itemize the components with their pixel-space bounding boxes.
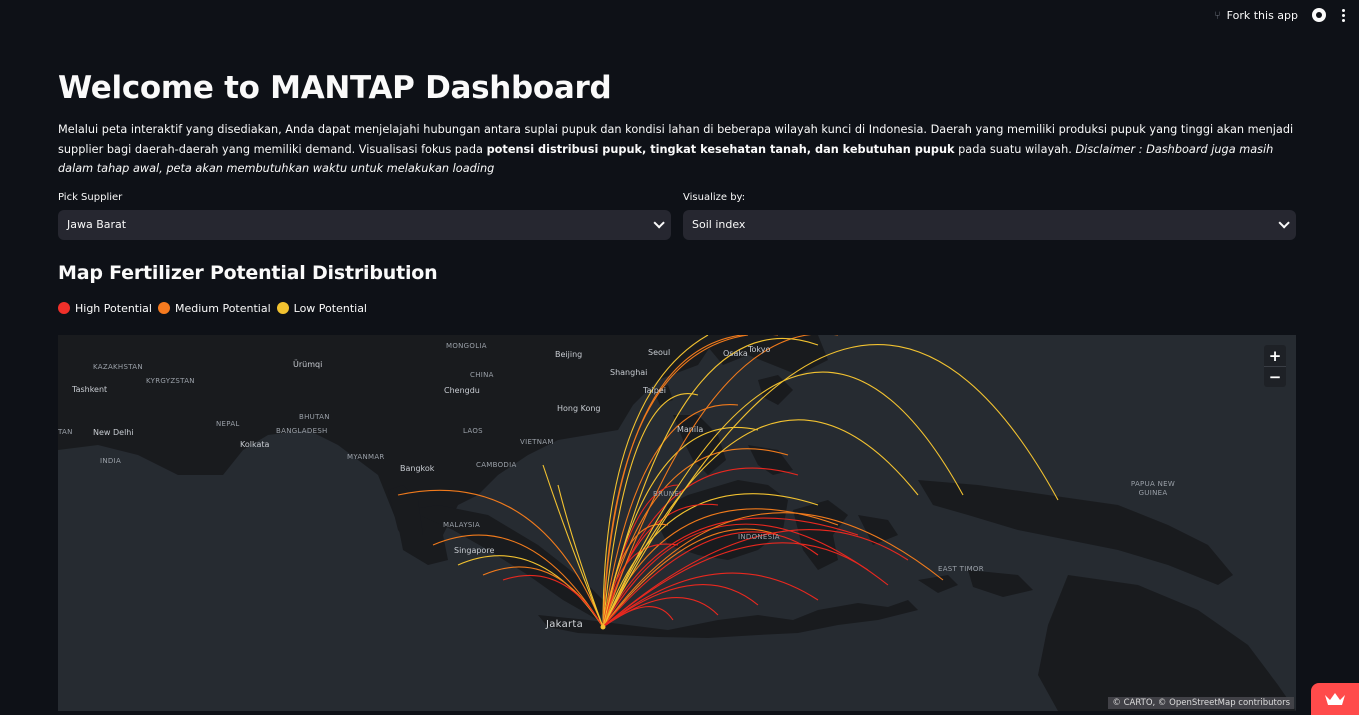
map-label-jakarta: Jakarta (546, 619, 584, 630)
map-label-bangkok: Bangkok (400, 464, 435, 473)
map-label-india: INDIA (100, 457, 122, 465)
visualize-select-group: Visualize by: Soil index (683, 192, 1296, 240)
intro-text: Melalui peta interaktif yang disediakan,… (58, 120, 1296, 179)
map-label-tashkent: Tashkent (72, 385, 108, 394)
legend-dot-high (58, 302, 70, 314)
map-label-urumqi: Ürümqi (293, 360, 323, 369)
fork-label: Fork this app (1226, 8, 1298, 22)
jakarta-origin-marker (600, 624, 606, 630)
fertilizer-map[interactable]: MONGOLIA Beijing Seoul Tokyo Osaka KAZAK… (58, 335, 1296, 711)
map-label-shanghai: Shanghai (610, 368, 648, 377)
app-toolbar: ⑂ Fork this app (1214, 0, 1359, 30)
legend-item-high: High Potential (58, 302, 152, 315)
main-content: Welcome to MANTAP Dashboard Melalui peta… (58, 70, 1296, 334)
map-label-mongolia: MONGOLIA (446, 342, 487, 350)
map-label-newdelhi: New Delhi (93, 428, 134, 437)
map-label-nepal: NEPAL (216, 420, 240, 428)
legend-item-medium: Medium Potential (157, 301, 271, 315)
visualize-select[interactable]: Soil index (683, 209, 1296, 240)
chevron-down-icon (653, 216, 665, 229)
chevron-down-icon (1278, 216, 1290, 229)
fork-icon: ⑂ (1214, 8, 1221, 22)
legend-dot-medium (157, 302, 170, 314)
map-label-cambodia: CAMBODIA (476, 461, 517, 469)
supplier-value: Jawa Barat (67, 218, 127, 231)
intro-bold: potensi distribusi pupuk, tingkat keseha… (486, 142, 955, 156)
map-label-chengdu: Chengdu (444, 386, 480, 395)
github-icon[interactable] (1312, 8, 1326, 22)
map-label-bhutan: BHUTAN (299, 413, 330, 421)
map-attribution[interactable]: © CARTO, © OpenStreetMap contributors (1108, 697, 1294, 709)
map-label-myanmar: MYANMAR (347, 453, 385, 461)
zoom-out-button[interactable]: − (1264, 366, 1286, 387)
map-label-easttimor: EAST TIMOR (938, 565, 984, 573)
map-legend: High Potential Medium Potential Low Pote… (58, 302, 1296, 315)
map-label-hongkong: Hong Kong (557, 404, 601, 413)
map-label-singapore: Singapore (454, 546, 495, 555)
legend-label-high: High Potential (75, 301, 152, 315)
page-title: Welcome to MANTAP Dashboard (58, 70, 612, 106)
supplier-select-group: Pick Supplier Jawa Barat (58, 192, 671, 240)
map-label-osaka: Osaka (723, 349, 748, 358)
streamlit-badge-button[interactable] (1311, 683, 1359, 715)
map-label-malaysia: MALAYSIA (443, 521, 481, 529)
supplier-label: Pick Supplier (58, 191, 123, 203)
map-label-manila: Manila (677, 425, 704, 434)
legend-label-medium: Medium Potential (174, 301, 271, 315)
land-masses (58, 335, 1296, 711)
map-label-taipei: Taipei (643, 386, 666, 395)
legend-label-low: Low Potential (293, 301, 367, 315)
visualize-value: Soil index (692, 218, 746, 231)
more-menu-icon[interactable] (1340, 7, 1347, 24)
intro-part-2: pada suatu wilayah. (954, 142, 1076, 156)
map-label-kazakhstan: KAZAKHSTAN (93, 363, 143, 371)
map-label-kyrgyzstan: KYRGYZSTAN (146, 377, 195, 385)
map-label-brunei: BRUNEI (653, 490, 682, 498)
map-label-tokyo: Tokyo (748, 345, 771, 354)
map-label-vietnam: VIETNAM (520, 438, 554, 446)
map-label-beijing: Beijing (555, 350, 583, 359)
map-label-bangladesh: BANGLADESH (276, 427, 328, 435)
map-section-title: Map Fertilizer Potential Distribution (58, 261, 438, 284)
legend-item-low: Low Potential (276, 301, 367, 315)
crown-icon (1325, 693, 1345, 705)
visualize-label: Visualize by: (683, 191, 746, 203)
map-canvas (58, 335, 1296, 711)
map-label-indonesia: INDONESIA (738, 533, 780, 541)
filter-row: Pick Supplier Jawa Barat Visualize by: S… (58, 192, 1296, 240)
map-label-png: PAPUA NEW GUINEA (1130, 480, 1176, 497)
map-label-tan: TAN (58, 428, 73, 436)
map-label-kolkata: Kolkata (240, 440, 270, 449)
map-label-seoul: Seoul (648, 348, 671, 357)
map-zoom-control: + − (1264, 345, 1286, 387)
supplier-select[interactable]: Jawa Barat (58, 209, 671, 240)
map-label-laos: LAOS (463, 427, 483, 435)
legend-dot-low (276, 302, 289, 314)
zoom-in-button[interactable]: + (1264, 345, 1286, 366)
map-label-china: CHINA (470, 371, 494, 379)
fork-app-button[interactable]: ⑂ Fork this app (1214, 9, 1298, 22)
